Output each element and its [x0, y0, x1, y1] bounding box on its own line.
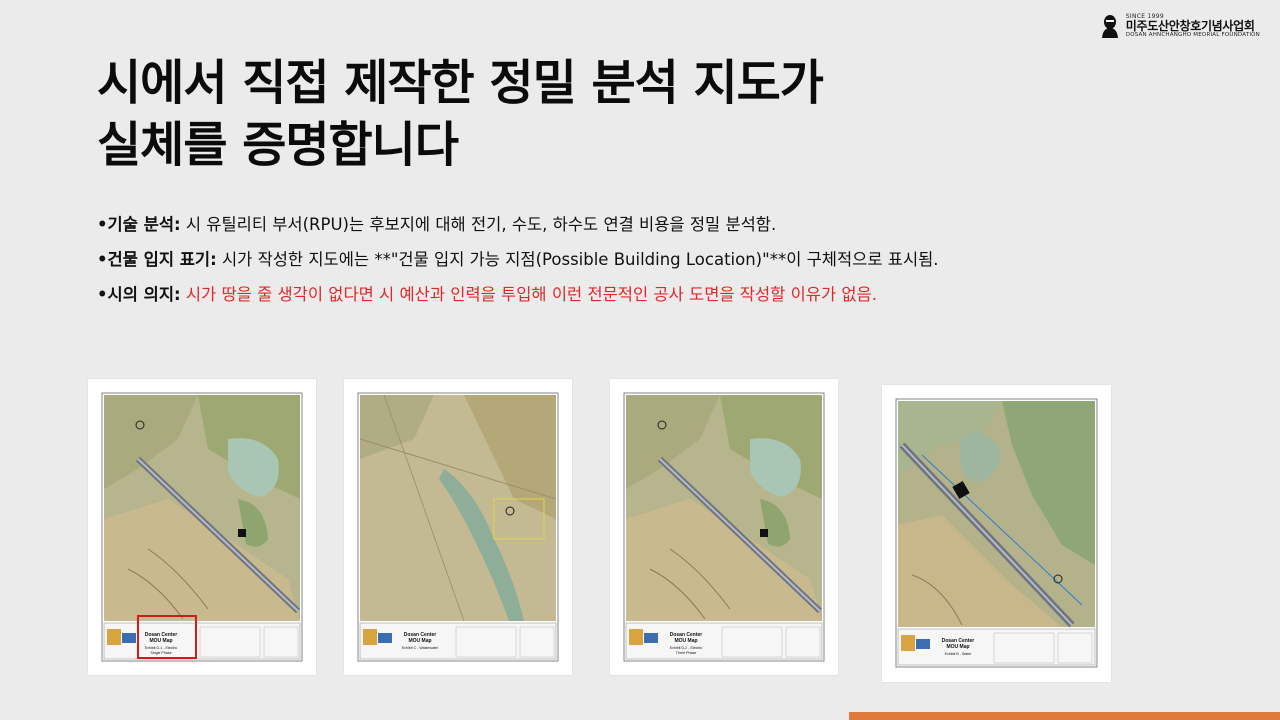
bullet-text: 시 유틸리티 부서(RPU)는 후보지에 대해 전기, 수도, 하수도 연결 비…	[180, 215, 777, 234]
bullet-text: 시가 작성한 지도에는 **"건물 입지 가능 지점(Possible Buil…	[216, 250, 939, 269]
svg-text:MOU Map: MOU Map	[408, 638, 431, 644]
slide-title-line2: 실체를 증명합니다	[97, 117, 459, 173]
bullet-building-location: •건물 입지 표기: 시가 작성한 지도에는 **"건물 입지 가능 지점(Po…	[97, 251, 1197, 269]
slide-title: 시에서 직접 제작한 정밀 분석 지도가 실체를 증명합니다	[97, 52, 1097, 176]
svg-text:Exhibit D-2 - Electric: Exhibit D-2 - Electric	[670, 646, 703, 650]
map-exhibit-b-water[interactable]: Dosan Center MOU Map Exhibit B - Water	[882, 385, 1111, 682]
bullet-city-intent: •시의 의지: 시가 땅을 줄 생각이 없다면 시 예산과 인력을 투입해 이런…	[97, 286, 1197, 304]
dosan-portrait-icon	[1101, 15, 1118, 39]
bullet-text-highlighted: 시가 땅을 줄 생각이 없다면 시 예산과 인력을 투입해 이런 전문적인 공사…	[180, 285, 877, 304]
logo-name-en: DOSAN AHNCHANGHO MEORIAL FOUNDATION	[1125, 31, 1260, 38]
bullet-list: •기술 분석: 시 유틸리티 부서(RPU)는 후보지에 대해 전기, 수도, …	[97, 216, 1197, 321]
slide-title-line1: 시에서 직접 제작한 정밀 분석 지도가	[97, 55, 824, 111]
bullet-technical-analysis: •기술 분석: 시 유틸리티 부서(RPU)는 후보지에 대해 전기, 수도, …	[97, 216, 1197, 234]
bullet-label: •건물 입지 표기:	[97, 250, 217, 269]
map-exhibit-c-wastewater[interactable]: Dosan Center MOU Map Exhibit C - Wastewa…	[344, 379, 572, 675]
svg-text:Exhibit D-1 - Electric: Exhibit D-1 - Electric	[145, 646, 178, 650]
svg-text:Exhibit B - Water: Exhibit B - Water	[945, 652, 973, 656]
svg-text:MOU Map: MOU Map	[946, 644, 969, 650]
map-exhibit-d2-electric-three[interactable]: Dosan Center MOU Map Exhibit D-2 - Elect…	[610, 379, 838, 675]
bullet-label: •시의 의지:	[97, 285, 181, 304]
accent-bar	[849, 712, 1280, 720]
svg-text:MOU Map: MOU Map	[674, 638, 697, 644]
map-exhibit-d1-electric-single[interactable]: Dosan Center MOU Map Exhibit D-1 - Elect…	[88, 379, 316, 675]
svg-text:MOU Map: MOU Map	[149, 638, 172, 644]
bullet-label: •기술 분석:	[97, 215, 181, 234]
logo-name-ko: 미주도산안창호기념사업회	[1125, 19, 1255, 34]
svg-text:Single Phase: Single Phase	[150, 651, 171, 655]
svg-text:Three Phase: Three Phase	[676, 651, 697, 655]
svg-text:Exhibit C - Wastewater: Exhibit C - Wastewater	[402, 646, 439, 650]
foundation-logo: SINCE 1999 미주도산안창호기념사업회 DOSAN AHNCHANGHO…	[1100, 13, 1260, 39]
